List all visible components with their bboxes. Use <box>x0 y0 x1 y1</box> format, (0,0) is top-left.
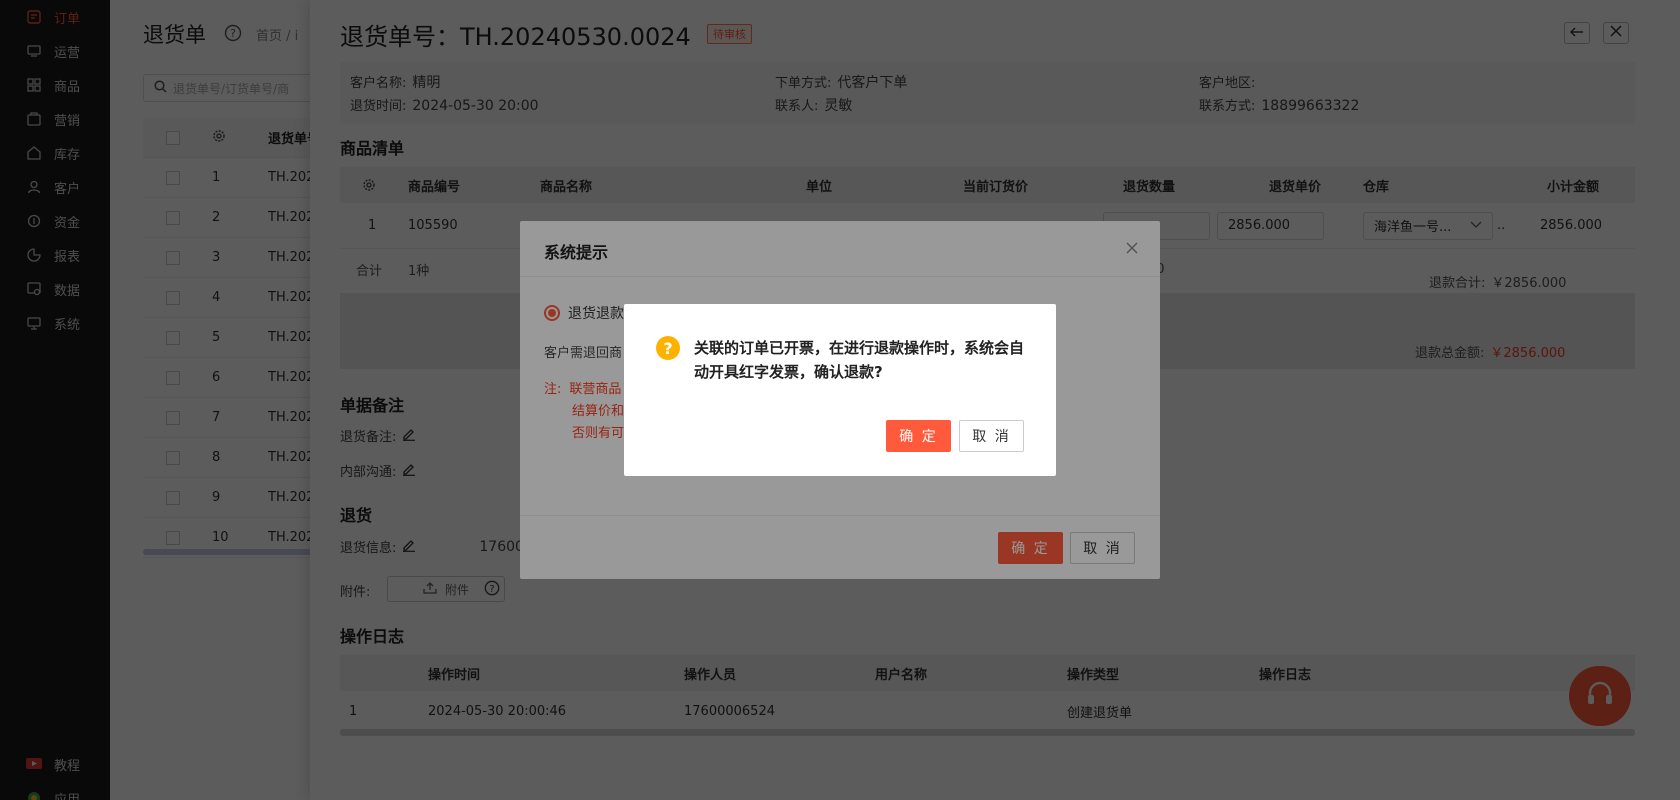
question-icon: ? <box>656 336 680 360</box>
confirm-message: 关联的订单已开票，在进行退款操作时，系统会自动开具红字发票，确认退款? <box>694 339 1025 381</box>
confirm-ok-button[interactable]: 确 定 <box>886 420 951 452</box>
refund-confirm-dialog: ? 关联的订单已开票，在进行退款操作时，系统会自动开具红字发票，确认退款? 确 … <box>624 304 1056 476</box>
confirm-cancel-button[interactable]: 取 消 <box>959 420 1024 452</box>
